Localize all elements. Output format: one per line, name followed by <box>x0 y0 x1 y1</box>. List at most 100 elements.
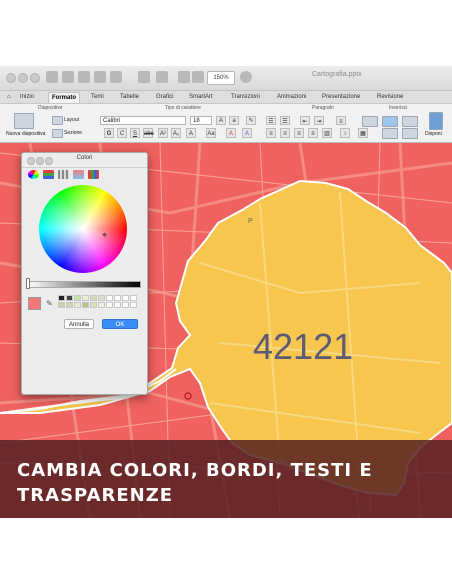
convert-smartart-icon[interactable]: ▦ <box>358 128 368 138</box>
color-swatch[interactable] <box>98 295 105 301</box>
tab-revisione[interactable]: Revisione <box>374 92 406 102</box>
bullets-icon[interactable]: ☰ <box>266 116 276 125</box>
redo-icon[interactable] <box>156 71 168 83</box>
align-center-icon[interactable]: ≡ <box>280 128 290 138</box>
color-swatch[interactable] <box>66 302 73 308</box>
caption-text: CAMBIA COLORI, BORDI, TESTI E TRASPARENZ… <box>17 458 437 508</box>
increase-indent-icon[interactable]: ⇥ <box>314 116 324 125</box>
palettes-icon[interactable] <box>58 170 69 179</box>
undo-icon[interactable] <box>138 71 150 83</box>
bold-icon[interactable]: G <box>104 128 114 138</box>
sliders-icon[interactable] <box>43 170 54 179</box>
cut-icon[interactable] <box>78 71 90 83</box>
arrange-icon[interactable] <box>429 112 443 130</box>
zoom-field[interactable]: 150% <box>207 71 235 85</box>
minimize-window-button[interactable] <box>18 73 28 83</box>
color-swatch[interactable] <box>90 302 97 308</box>
close-window-button[interactable] <box>6 73 16 83</box>
color-wheel-icon[interactable] <box>28 170 39 179</box>
text-direction-icon[interactable]: ↕ <box>340 128 350 138</box>
text-box-icon[interactable] <box>362 116 378 127</box>
underline-icon[interactable]: S <box>130 128 140 138</box>
crosshair-icon[interactable]: ⌖ <box>102 230 107 241</box>
copy-icon[interactable] <box>94 71 106 83</box>
color-swatch[interactable] <box>58 302 65 308</box>
tab-grafici[interactable]: Grafici <box>153 92 176 102</box>
window-titlebar: 150% Cartografia.pptx <box>0 66 452 91</box>
empty-swatch[interactable] <box>106 295 113 301</box>
text-effects-icon[interactable]: A <box>186 128 196 138</box>
justify-icon[interactable]: ≡ <box>308 128 318 138</box>
image-palettes-icon[interactable] <box>73 170 84 179</box>
italic-icon[interactable]: C <box>117 128 127 138</box>
tab-presentazione[interactable]: Presentazione <box>319 92 363 102</box>
align-left-icon[interactable]: ≡ <box>266 128 276 138</box>
empty-swatch[interactable] <box>122 302 129 308</box>
shrink-font-icon[interactable]: a <box>229 116 239 125</box>
help-icon[interactable] <box>240 71 252 83</box>
color-swatch[interactable] <box>98 302 105 308</box>
tab-smartart[interactable]: SmartArt <box>186 92 216 102</box>
layout-button[interactable]: Layout <box>64 117 79 123</box>
strikethrough-icon[interactable]: abc <box>143 128 154 138</box>
tab-inizio[interactable]: Inizio <box>17 92 37 102</box>
empty-swatch[interactable] <box>130 302 137 308</box>
crayons-icon[interactable] <box>88 170 99 179</box>
color-swatch[interactable] <box>82 295 89 301</box>
empty-swatch[interactable] <box>122 295 129 301</box>
color-swatch[interactable] <box>66 295 73 301</box>
section-button[interactable]: Sezione <box>64 130 82 136</box>
cancel-button[interactable]: Annulla <box>64 319 94 329</box>
print-icon[interactable] <box>192 71 204 83</box>
change-case-icon[interactable]: Aa <box>206 128 216 138</box>
numbering-icon[interactable]: ☰ <box>280 116 290 125</box>
color-swatch[interactable] <box>74 302 81 308</box>
current-color-swatch[interactable] <box>28 297 41 310</box>
font-size-field[interactable]: 18 <box>190 116 212 125</box>
shape-icon[interactable] <box>382 116 398 127</box>
eyedropper-icon[interactable]: ✎ <box>46 299 53 308</box>
home-icon[interactable] <box>46 71 58 83</box>
font-name-field[interactable]: Calibri <box>100 116 186 125</box>
paste-icon[interactable] <box>110 71 122 83</box>
grow-font-icon[interactable]: A <box>216 116 226 125</box>
brightness-slider[interactable] <box>27 281 141 288</box>
line-spacing-icon[interactable]: ≡ <box>336 116 346 125</box>
new-slide-icon[interactable] <box>14 113 34 129</box>
superscript-icon[interactable]: A² <box>158 128 168 138</box>
quick-styles-icon[interactable] <box>382 128 398 139</box>
align-right-icon[interactable]: ≡ <box>294 128 304 138</box>
brightness-slider-knob[interactable] <box>26 278 30 289</box>
new-slide-button[interactable]: Nuova diapositiva <box>6 131 45 137</box>
gallery-icon[interactable] <box>178 71 190 83</box>
ok-button[interactable]: OK <box>102 319 138 329</box>
arrange-button[interactable]: Disponi <box>425 131 442 137</box>
clear-format-icon[interactable]: ✎ <box>246 116 256 125</box>
color-swatch[interactable] <box>90 295 97 301</box>
empty-swatch[interactable] <box>130 295 137 301</box>
tab-tabelle[interactable]: Tabelle <box>117 92 142 102</box>
tab-transizioni[interactable]: Transizioni <box>228 92 263 102</box>
picture-frame-icon[interactable] <box>402 128 418 139</box>
empty-swatch[interactable] <box>114 302 121 308</box>
color-wheel[interactable] <box>39 185 127 273</box>
empty-swatch[interactable] <box>106 302 113 308</box>
columns-icon[interactable]: ▥ <box>322 128 332 138</box>
decrease-indent-icon[interactable]: ⇤ <box>300 116 310 125</box>
section-icon[interactable] <box>52 129 63 138</box>
tab-temi[interactable]: Temi <box>88 92 107 102</box>
color-swatch[interactable] <box>74 295 81 301</box>
subscript-icon[interactable]: A₂ <box>171 128 181 138</box>
empty-swatch[interactable] <box>114 295 121 301</box>
tab-animazioni[interactable]: Animazioni <box>274 92 309 102</box>
color-swatch[interactable] <box>58 295 65 301</box>
highlight-icon[interactable]: A <box>242 128 252 138</box>
tab-home-icon[interactable]: ⌂ <box>4 92 14 102</box>
font-color-icon[interactable]: A <box>226 128 236 138</box>
layout-icon[interactable] <box>52 116 63 125</box>
save-icon[interactable] <box>62 71 74 83</box>
picture-icon[interactable] <box>402 116 418 127</box>
zoom-window-button[interactable] <box>30 73 40 83</box>
color-swatch[interactable] <box>82 302 89 308</box>
tab-formato[interactable]: Formato <box>48 92 80 103</box>
